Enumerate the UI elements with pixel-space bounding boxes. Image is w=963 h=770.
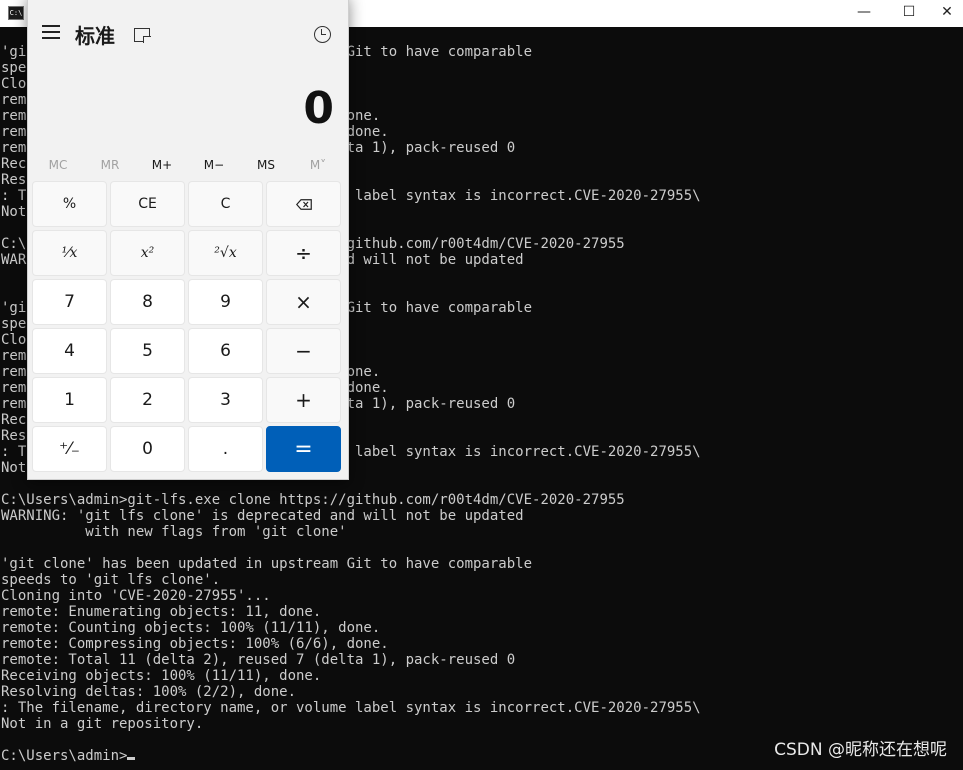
console-line: Not in a git repository. (1, 716, 204, 732)
memory-button-mc[interactable]: MC (32, 153, 84, 177)
memory-button-m-minus[interactable]: M− (188, 153, 240, 177)
history-icon[interactable] (314, 26, 331, 43)
memory-button-mr[interactable]: MR (84, 153, 136, 177)
memory-button-m-plus[interactable]: M+ (136, 153, 188, 177)
memory-row: MC MR M+ M− MS M˅ (32, 153, 344, 177)
calculator-window: 标准 0 MC MR M+ M− MS M˅ % CE C ¹⁄x x² ²√x ÷ 7 8 9 × 4 5 6− 1… (27, 0, 349, 480)
keypad: % CE C ¹⁄x x² ²√x ÷ 7 8 9 × 4 5 6− 1 2 3 + ⁺⁄₋ 0. = (32, 181, 344, 472)
console-line: Receiving objects: 100% (11/11), done. (1, 668, 322, 684)
digit-5-key[interactable]: 5 (110, 328, 185, 374)
console-line: remote: Counting objects: 100% (11/11), … (1, 620, 381, 636)
maximize-button[interactable]: ☐ (886, 0, 932, 27)
equals-key[interactable]: = (266, 426, 341, 472)
calculator-display: 0 (303, 83, 334, 134)
digit-4-key[interactable]: 4 (32, 328, 107, 374)
close-button[interactable]: ✕ (931, 0, 963, 27)
console-line: speeds to 'git lfs clone'. (1, 572, 221, 588)
clear-key[interactable]: C (188, 181, 263, 227)
console-line: WARNING: 'git lfs clone' is deprecated a… (1, 508, 524, 524)
square-key[interactable]: x² (110, 230, 185, 276)
console-app-icon[interactable]: C:\ (8, 6, 24, 20)
reciprocal-key[interactable]: ¹⁄x (32, 230, 107, 276)
digit-6-key[interactable]: 6 (188, 328, 263, 374)
minimize-button[interactable]: — (841, 0, 887, 27)
hamburger-menu-icon[interactable] (42, 25, 60, 41)
digit-1-key[interactable]: 1 (32, 377, 107, 423)
watermark: CSDN @昵称还在想呢 (774, 740, 947, 760)
console-line: remote: Total 11 (delta 2), reused 7 (de… (1, 652, 516, 668)
calculator-mode-title: 标准 (75, 24, 115, 48)
console-line: with new flags from 'git clone' (1, 524, 347, 540)
digit-8-key[interactable]: 8 (110, 279, 185, 325)
decimal-key[interactable]: . (188, 426, 263, 472)
memory-button-ms[interactable]: MS (240, 153, 292, 177)
backspace-icon (295, 198, 312, 210)
keep-on-top-icon[interactable] (134, 28, 151, 43)
negate-key[interactable]: ⁺⁄₋ (32, 426, 107, 472)
clear-entry-key[interactable]: CE (110, 181, 185, 227)
digit-0-key[interactable]: 0 (110, 426, 185, 472)
console-line: Resolving deltas: 100% (2/2), done. (1, 684, 297, 700)
console-line: remote: Compressing objects: 100% (6/6),… (1, 636, 389, 652)
console-line: C:\Users\admin>git-lfs.exe clone https:/… (1, 492, 625, 508)
console-line: remote: Enumerating objects: 11, done. (1, 604, 322, 620)
digit-7-key[interactable]: 7 (32, 279, 107, 325)
backspace-key[interactable] (266, 181, 341, 227)
plus-key[interactable]: + (266, 377, 341, 423)
digit-2-key[interactable]: 2 (110, 377, 185, 423)
console-line: : The filename, directory name, or volum… (1, 700, 701, 716)
digit-9-key[interactable]: 9 (188, 279, 263, 325)
console-line: 'git clone' has been updated in upstream… (1, 556, 533, 572)
minus-key[interactable]: − (266, 328, 341, 374)
text-cursor (127, 757, 136, 760)
percent-key[interactable]: % (32, 181, 107, 227)
memory-button-m[interactable]: M˅ (292, 153, 344, 177)
divide-key[interactable]: ÷ (266, 230, 341, 276)
multiply-key[interactable]: × (266, 279, 341, 325)
console-line: Cloning into 'CVE-2020-27955'... (1, 588, 271, 604)
digit-3-key[interactable]: 3 (188, 377, 263, 423)
sqrt-key[interactable]: ²√x (188, 230, 263, 276)
console-prompt: C:\Users\admin> (1, 748, 128, 764)
